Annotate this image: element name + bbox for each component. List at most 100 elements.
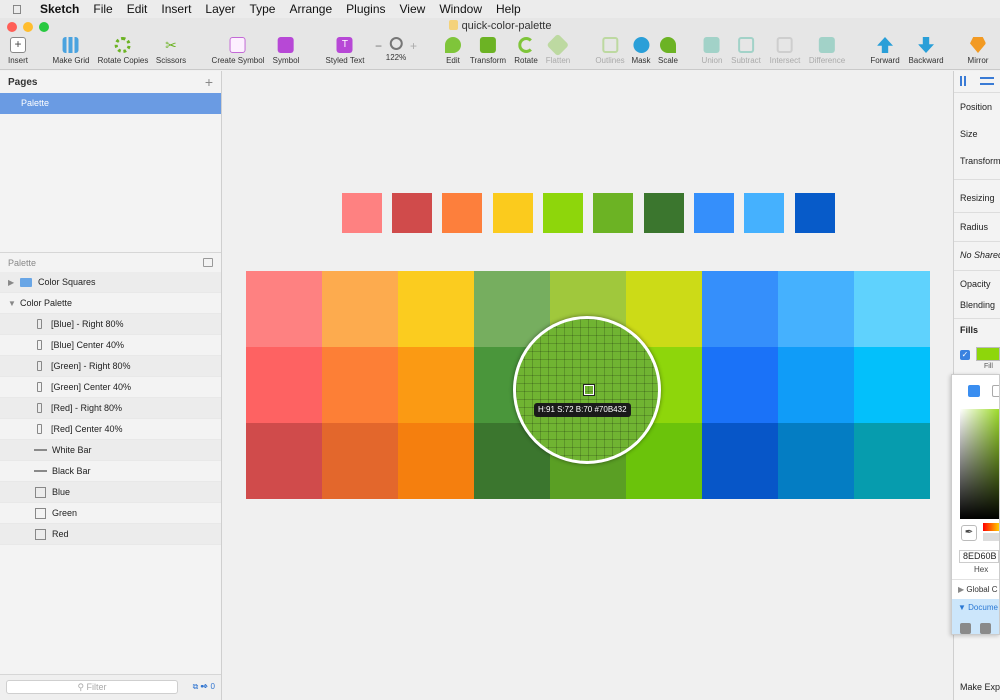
zoom-in-button[interactable]: +	[410, 39, 417, 53]
swatch-9[interactable]	[744, 193, 784, 233]
backward-button[interactable]: Backward	[908, 37, 944, 65]
scissors-button[interactable]: ✂ Scissors	[156, 37, 186, 65]
menu-type[interactable]: Type	[249, 2, 275, 16]
palette-cell[interactable]	[398, 347, 474, 423]
palette-cell[interactable]	[246, 347, 322, 423]
palette-cell[interactable]	[778, 271, 854, 347]
rotate-button[interactable]: Rotate	[514, 37, 538, 65]
subtract-button[interactable]: Subtract	[731, 37, 761, 65]
layer-green[interactable]: Green	[0, 503, 221, 524]
create-symbol-button[interactable]: Create Symbol	[212, 37, 264, 65]
palette-cell[interactable]	[322, 423, 398, 499]
swatch-5[interactable]	[543, 193, 583, 233]
insert-button[interactable]: + Insert	[8, 37, 28, 65]
apple-icon[interactable]: 	[12, 2, 32, 17]
make-grid-button[interactable]: Make Grid	[53, 37, 89, 65]
menu-plugins[interactable]: Plugins	[346, 2, 385, 16]
swatch-1[interactable]	[342, 193, 382, 233]
layer-black-bar[interactable]: Black Bar	[0, 461, 221, 482]
menu-app[interactable]: Sketch	[40, 2, 79, 16]
palette-cell[interactable]	[246, 271, 322, 347]
layer-color-palette[interactable]: ▼ Color Palette	[0, 293, 221, 314]
outlines-button[interactable]: Outlines	[595, 37, 625, 65]
layer-blue[interactable]: Blue	[0, 482, 221, 503]
make-exportable-label[interactable]: Make Exp	[960, 682, 1000, 692]
union-button[interactable]: Union	[702, 37, 722, 65]
filter-input[interactable]: ⚲ Filter	[6, 680, 178, 694]
disclosure-right-icon[interactable]: ▶	[8, 278, 16, 287]
swatch-4[interactable]	[493, 193, 533, 233]
saturation-brightness-field[interactable]	[960, 409, 999, 519]
palette-cell[interactable]	[854, 271, 930, 347]
palette-cell[interactable]	[702, 271, 778, 347]
palette-cell[interactable]	[322, 347, 398, 423]
zoom-control[interactable]: 122%	[386, 37, 406, 62]
symbol-button[interactable]: Symbol	[273, 37, 299, 65]
alpha-slider[interactable]	[983, 533, 999, 541]
rotate-copies-button[interactable]: Rotate Copies	[98, 37, 148, 65]
menu-insert[interactable]: Insert	[161, 2, 191, 16]
swatch-3[interactable]	[442, 193, 482, 233]
menu-file[interactable]: File	[93, 2, 112, 16]
document-swatch-2[interactable]	[980, 623, 991, 634]
intersect-button[interactable]: Intersect	[770, 37, 800, 65]
menu-view[interactable]: View	[400, 2, 426, 16]
transform-button[interactable]: Transform	[470, 37, 506, 65]
difference-button[interactable]: Difference	[809, 37, 845, 65]
hue-slider[interactable]	[983, 523, 999, 531]
menu-layer[interactable]: Layer	[205, 2, 235, 16]
styled-text-button[interactable]: T Styled Text	[326, 37, 364, 65]
add-page-button[interactable]: +	[205, 74, 213, 90]
palette-cell[interactable]	[246, 423, 322, 499]
palette-cell[interactable]	[854, 423, 930, 499]
layer-red[interactable]: Red	[0, 524, 221, 545]
align-tab-icon[interactable]	[960, 76, 966, 86]
layer-blue-right-80[interactable]: [Blue] - Right 80%	[0, 314, 221, 335]
swatch-6[interactable]	[593, 193, 633, 233]
artboard-canvas[interactable]: H:91 S:72 B:70 #70B432	[223, 71, 953, 700]
palette-cell[interactable]	[702, 423, 778, 499]
palette-cell[interactable]	[778, 423, 854, 499]
mask-button[interactable]: Mask	[631, 37, 651, 65]
menu-edit[interactable]: Edit	[127, 2, 148, 16]
layer-blue-center-40[interactable]: [Blue] Center 40%	[0, 335, 221, 356]
layer-red-center-40[interactable]: [Red] Center 40%	[0, 419, 221, 440]
solid-fill-button[interactable]	[968, 385, 980, 397]
scale-button[interactable]: Scale	[658, 37, 678, 65]
collapse-groups-icon[interactable]	[203, 258, 213, 267]
page-item-palette[interactable]: Palette	[0, 93, 221, 114]
palette-cell[interactable]	[322, 271, 398, 347]
swatch-7[interactable]	[644, 193, 684, 233]
layer-white-bar[interactable]: White Bar	[0, 440, 221, 461]
global-colors-row[interactable]: ▶ Global C	[952, 579, 999, 599]
palette-cell[interactable]	[778, 347, 854, 423]
swatch-2[interactable]	[392, 193, 432, 233]
document-swatch-1[interactable]	[960, 623, 971, 634]
distribute-tab-icon[interactable]	[980, 77, 994, 85]
gradient-fill-button[interactable]	[992, 385, 999, 397]
palette-cell[interactable]	[854, 347, 930, 423]
menu-window[interactable]: Window	[439, 2, 482, 16]
layer-green-right-80[interactable]: [Green] - Right 80%	[0, 356, 221, 377]
mirror-button[interactable]: Mirror	[968, 37, 988, 65]
shared-style-select[interactable]: No Shared	[960, 250, 1000, 260]
layer-red-right-80[interactable]: [Red] - Right 80%	[0, 398, 221, 419]
layer-color-squares[interactable]: ▶ Color Squares	[0, 272, 221, 293]
palette-cell[interactable]	[702, 347, 778, 423]
palette-cell[interactable]	[398, 271, 474, 347]
disclosure-down-icon[interactable]: ▼	[8, 299, 16, 308]
swatch-8[interactable]	[694, 193, 734, 233]
pen-icon[interactable]: ✒	[201, 682, 209, 691]
palette-cell[interactable]	[398, 423, 474, 499]
forward-button[interactable]: Forward	[870, 37, 900, 65]
swatch-10[interactable]	[795, 193, 835, 233]
eyedropper-icon[interactable]: ✒	[961, 525, 977, 541]
hex-input[interactable]: 8ED60B	[959, 550, 999, 563]
edit-button[interactable]: Edit	[445, 37, 461, 65]
flatten-button[interactable]: Flatten	[546, 33, 570, 65]
copy-icon[interactable]: ⧉	[193, 682, 199, 691]
menu-arrange[interactable]: Arrange	[289, 2, 332, 16]
menu-help[interactable]: Help	[496, 2, 521, 16]
layer-green-center-40[interactable]: [Green] Center 40%	[0, 377, 221, 398]
fill-color-well[interactable]	[976, 347, 1000, 361]
